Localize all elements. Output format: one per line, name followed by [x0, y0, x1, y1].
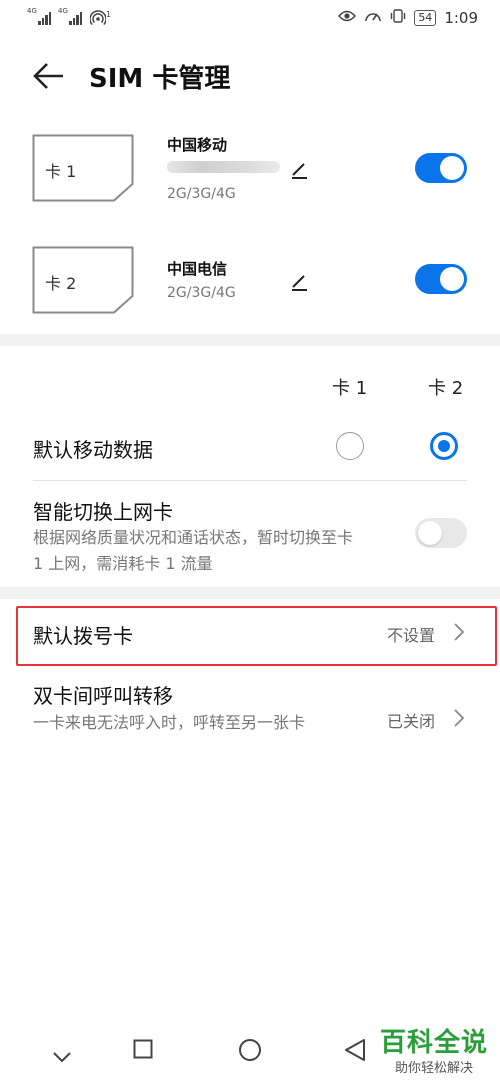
card-1-radio[interactable]: [336, 432, 364, 460]
chevron-down-icon[interactable]: [52, 1048, 72, 1067]
call-forward-label: 双卡间呼叫转移: [33, 684, 173, 708]
carrier-name: 中国移动: [167, 136, 228, 154]
column-card-2: 卡 2: [428, 378, 464, 399]
section-divider: [0, 334, 500, 346]
home-icon[interactable]: [238, 1038, 262, 1066]
section-divider: [0, 587, 500, 599]
signal-2-icon: 4G: [58, 7, 82, 25]
column-card-1: 卡 1: [332, 378, 368, 399]
carrier-name: 中国电信: [167, 260, 228, 278]
hotspot-badge: 1: [106, 10, 112, 19]
back-arrow-icon[interactable]: [32, 62, 66, 90]
edit-icon[interactable]: [289, 272, 309, 292]
sim-card-label: 卡 1: [45, 162, 77, 181]
network-types: 2G/3G/4G: [167, 186, 236, 202]
watermark-logo: 百科全说 助你轻松解决: [380, 1022, 488, 1076]
status-left: 4G 4G 1: [27, 7, 111, 26]
divider: [33, 480, 467, 481]
chevron-right-icon: [453, 708, 465, 728]
smart-switch-description: 根据网络质量状况和通话状态，暂时切换至卡 1 上网，需消耗卡 1 流量: [33, 528, 354, 573]
call-forward-value: 已关闭: [387, 712, 436, 731]
hotspot-icon: 1: [90, 10, 111, 26]
back-triangle-icon[interactable]: [344, 1038, 366, 1066]
smart-switch-label: 智能切换上网卡: [33, 500, 173, 524]
vibrate-icon: [390, 8, 406, 28]
edit-icon[interactable]: [289, 160, 309, 180]
signal-1-icon: 4G: [27, 7, 51, 25]
sim-1-toggle[interactable]: [415, 153, 467, 183]
sim-2-toggle[interactable]: [415, 264, 467, 294]
battery-icon: 54: [414, 10, 437, 26]
app-header: SIM 卡管理: [0, 48, 500, 104]
sim-card-2-row: 卡 2 中国电信 2G/3G/4G: [0, 246, 500, 326]
smart-switch-toggle[interactable]: [415, 518, 467, 548]
watermark-title: 百科全说: [379, 1028, 488, 1058]
status-right: 54 1:09: [338, 8, 478, 28]
watermark-subtitle: 助你轻松解决: [394, 1061, 473, 1076]
sim-card-1-row: 卡 1 中国移动 2G/3G/4G: [0, 134, 500, 214]
clock: 1:09: [444, 9, 478, 27]
speed-icon: [364, 8, 382, 28]
masked-phone-number: [167, 161, 280, 173]
network-types: 2G/3G/4G: [167, 285, 236, 301]
sim-card-label: 卡 2: [45, 274, 77, 293]
page-title: SIM 卡管理: [89, 64, 231, 94]
recent-apps-icon[interactable]: [133, 1039, 153, 1063]
card-2-radio[interactable]: [430, 432, 458, 460]
status-bar: 4G 4G 1 54 1:09: [0, 0, 500, 36]
highlight-annotation: [16, 606, 497, 666]
default-data-label: 默认移动数据: [33, 438, 153, 462]
call-forward-description: 一卡来电无法呼入时，呼转至另一张卡: [33, 713, 306, 732]
eye-comfort-icon: [338, 9, 357, 27]
